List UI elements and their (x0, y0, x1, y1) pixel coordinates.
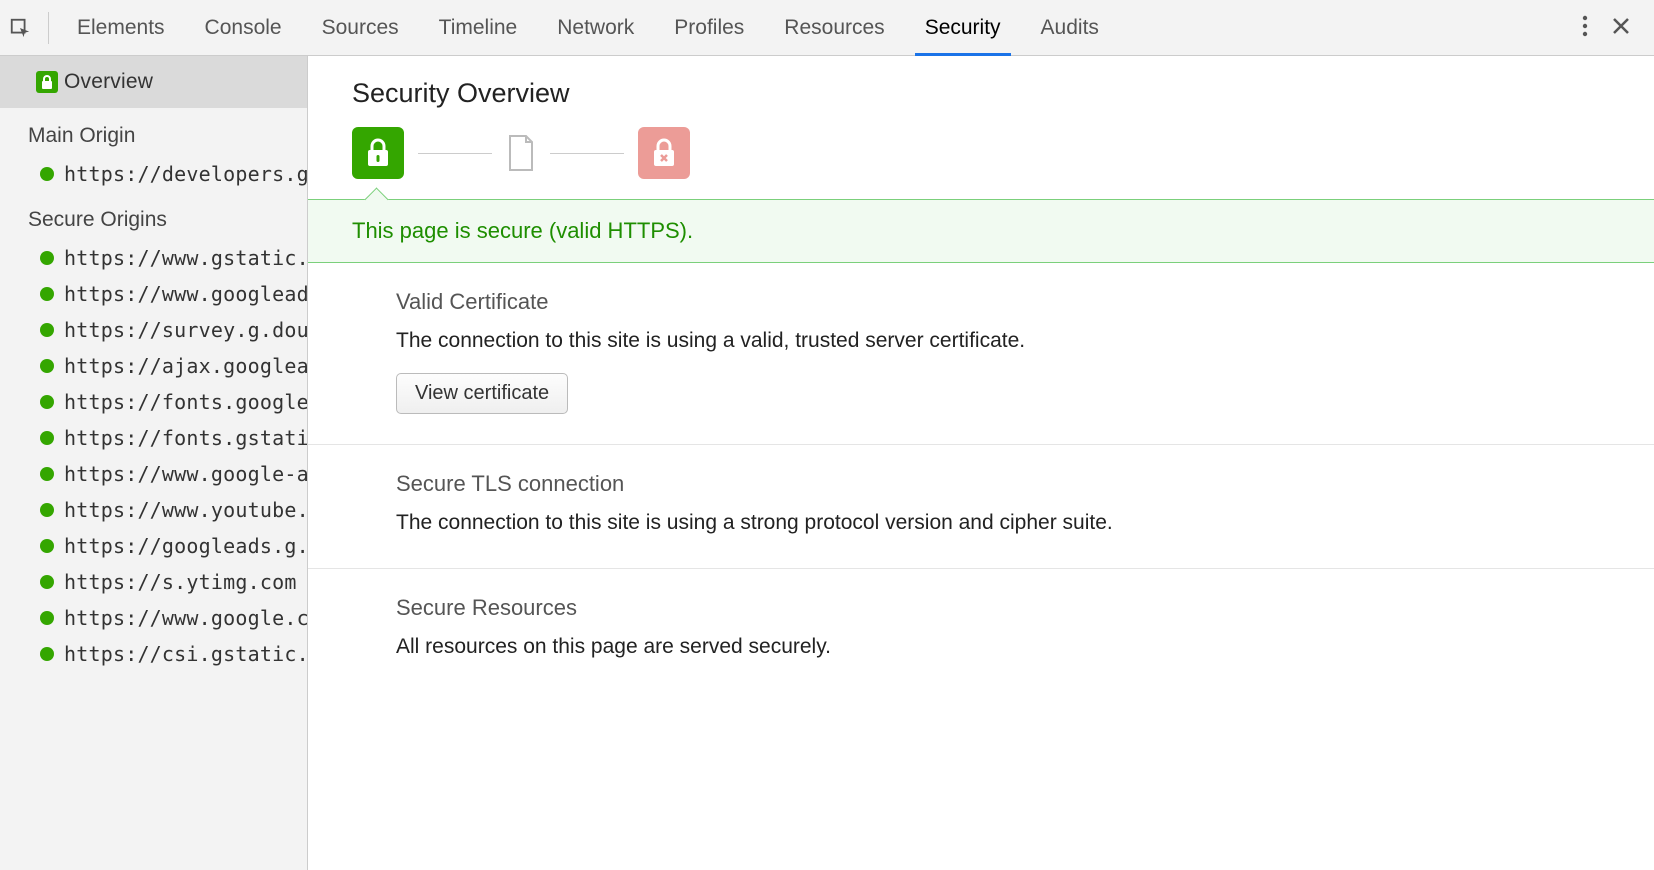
origin-url: https://fonts.gstatic.com (64, 426, 308, 450)
workspace: Overview Main Origin https://developers.… (0, 56, 1654, 870)
page-title: Security Overview (308, 56, 1654, 127)
origin-url: https://googleads.g.doubleclick.net (64, 534, 308, 558)
tab-audits[interactable]: Audits (1021, 0, 1119, 55)
sidebar-secure-origin[interactable]: https://www.google.com (0, 600, 307, 636)
inspect-element-button[interactable] (0, 0, 40, 55)
tab-list: ElementsConsoleSourcesTimelineNetworkPro… (57, 0, 1558, 55)
status-dot-icon (40, 359, 54, 373)
tab-elements[interactable]: Elements (57, 0, 185, 55)
detail-title: Secure Resources (396, 595, 1610, 621)
state-connector-line (550, 153, 624, 154)
detail-title: Secure TLS connection (396, 471, 1610, 497)
origin-url: https://csi.gstatic.com (64, 642, 308, 666)
lock-secure-icon (365, 138, 391, 168)
status-dot-icon (40, 251, 54, 265)
sidebar-overview-label: Overview (64, 70, 153, 94)
view-certificate-button[interactable]: View certificate (396, 373, 568, 414)
origin-url: https://ajax.googleapis.com (64, 354, 308, 378)
origin-url: https://www.youtube.com (64, 498, 308, 522)
tab-console[interactable]: Console (185, 0, 302, 55)
status-dot-icon (40, 431, 54, 445)
status-dot-icon (40, 395, 54, 409)
security-sidebar: Overview Main Origin https://developers.… (0, 56, 308, 870)
status-dot-icon (40, 167, 54, 181)
detail-desc: The connection to this site is using a v… (396, 325, 1610, 357)
origin-url: https://fonts.googleapis.com (64, 390, 308, 414)
sidebar-secure-origin[interactable]: https://www.googleadservices.com (0, 276, 307, 312)
detail-tls: Secure TLS connection The connection to … (308, 445, 1654, 570)
detail-title: Valid Certificate (396, 289, 1610, 315)
sidebar-overview[interactable]: Overview (0, 56, 307, 108)
lock-insecure-icon (651, 138, 677, 168)
sidebar-secure-origin[interactable]: https://www.youtube.com (0, 492, 307, 528)
sidebar-secure-origin[interactable]: https://www.google-analytics.com (0, 456, 307, 492)
status-dot-icon (40, 323, 54, 337)
sidebar-secure-origin[interactable]: https://www.gstatic.com (0, 240, 307, 276)
origin-url: https://www.google.com (64, 606, 308, 630)
detail-desc: All resources on this page are served se… (396, 631, 1610, 663)
page-icon (506, 134, 536, 172)
security-banner: This page is secure (valid HTTPS). (308, 199, 1654, 263)
lock-badge-icon (36, 71, 58, 93)
sidebar-secure-origin[interactable]: https://fonts.googleapis.com (0, 384, 307, 420)
sidebar-secure-origin[interactable]: https://ajax.googleapis.com (0, 348, 307, 384)
detail-certificate: Valid Certificate The connection to this… (308, 263, 1654, 445)
status-dot-icon (40, 467, 54, 481)
tab-sources[interactable]: Sources (302, 0, 419, 55)
tab-network[interactable]: Network (537, 0, 654, 55)
devtools-tabbar: ElementsConsoleSourcesTimelineNetworkPro… (0, 0, 1654, 56)
secure-origins-list: https://www.gstatic.com https://www.googl… (0, 240, 307, 672)
sidebar-main-origin[interactable]: https://developers.google.com (0, 156, 307, 192)
inspect-icon (9, 17, 31, 39)
close-devtools-button[interactable] (1612, 17, 1630, 38)
sidebar-main-origin-heading: Main Origin (0, 108, 307, 156)
sidebar-secure-origin[interactable]: https://s.ytimg.com (0, 564, 307, 600)
tabbar-separator (48, 12, 49, 44)
status-dot-icon (40, 647, 54, 661)
status-dot-icon (40, 539, 54, 553)
close-icon (1612, 17, 1630, 35)
origin-url: https://www.google-analytics.com (64, 462, 308, 486)
tabbar-right-controls (1558, 15, 1654, 40)
origin-url: https://survey.g.doubleclick.net (64, 318, 308, 342)
state-connector-line (418, 153, 492, 154)
sidebar-secure-origin[interactable]: https://csi.gstatic.com (0, 636, 307, 672)
security-main-panel: Security Overview (308, 56, 1654, 870)
sidebar-secure-origin[interactable]: https://googleads.g.doubleclick.net (0, 528, 307, 564)
tab-security[interactable]: Security (905, 0, 1021, 55)
origin-url: https://www.gstatic.com (64, 246, 308, 270)
state-secure-card[interactable] (352, 127, 404, 179)
more-menu-button[interactable] (1582, 15, 1588, 40)
status-dot-icon (40, 287, 54, 301)
status-dot-icon (40, 503, 54, 517)
tab-profiles[interactable]: Profiles (654, 0, 764, 55)
origin-url: https://developers.google.com (64, 162, 308, 186)
detail-resources: Secure Resources All resources on this p… (308, 569, 1654, 693)
detail-desc: The connection to this site is using a s… (396, 507, 1610, 539)
sidebar-secure-origin[interactable]: https://survey.g.doubleclick.net (0, 312, 307, 348)
kebab-icon (1582, 15, 1588, 37)
sidebar-secure-origins-heading: Secure Origins (0, 192, 307, 240)
origin-url: https://www.googleadservices.com (64, 282, 308, 306)
state-insecure-card[interactable] (638, 127, 690, 179)
security-state-row (308, 127, 1654, 199)
status-dot-icon (40, 611, 54, 625)
sidebar-secure-origin[interactable]: https://fonts.gstatic.com (0, 420, 307, 456)
tab-timeline[interactable]: Timeline (419, 0, 538, 55)
origin-url: https://s.ytimg.com (64, 570, 297, 594)
tab-resources[interactable]: Resources (764, 0, 904, 55)
status-dot-icon (40, 575, 54, 589)
